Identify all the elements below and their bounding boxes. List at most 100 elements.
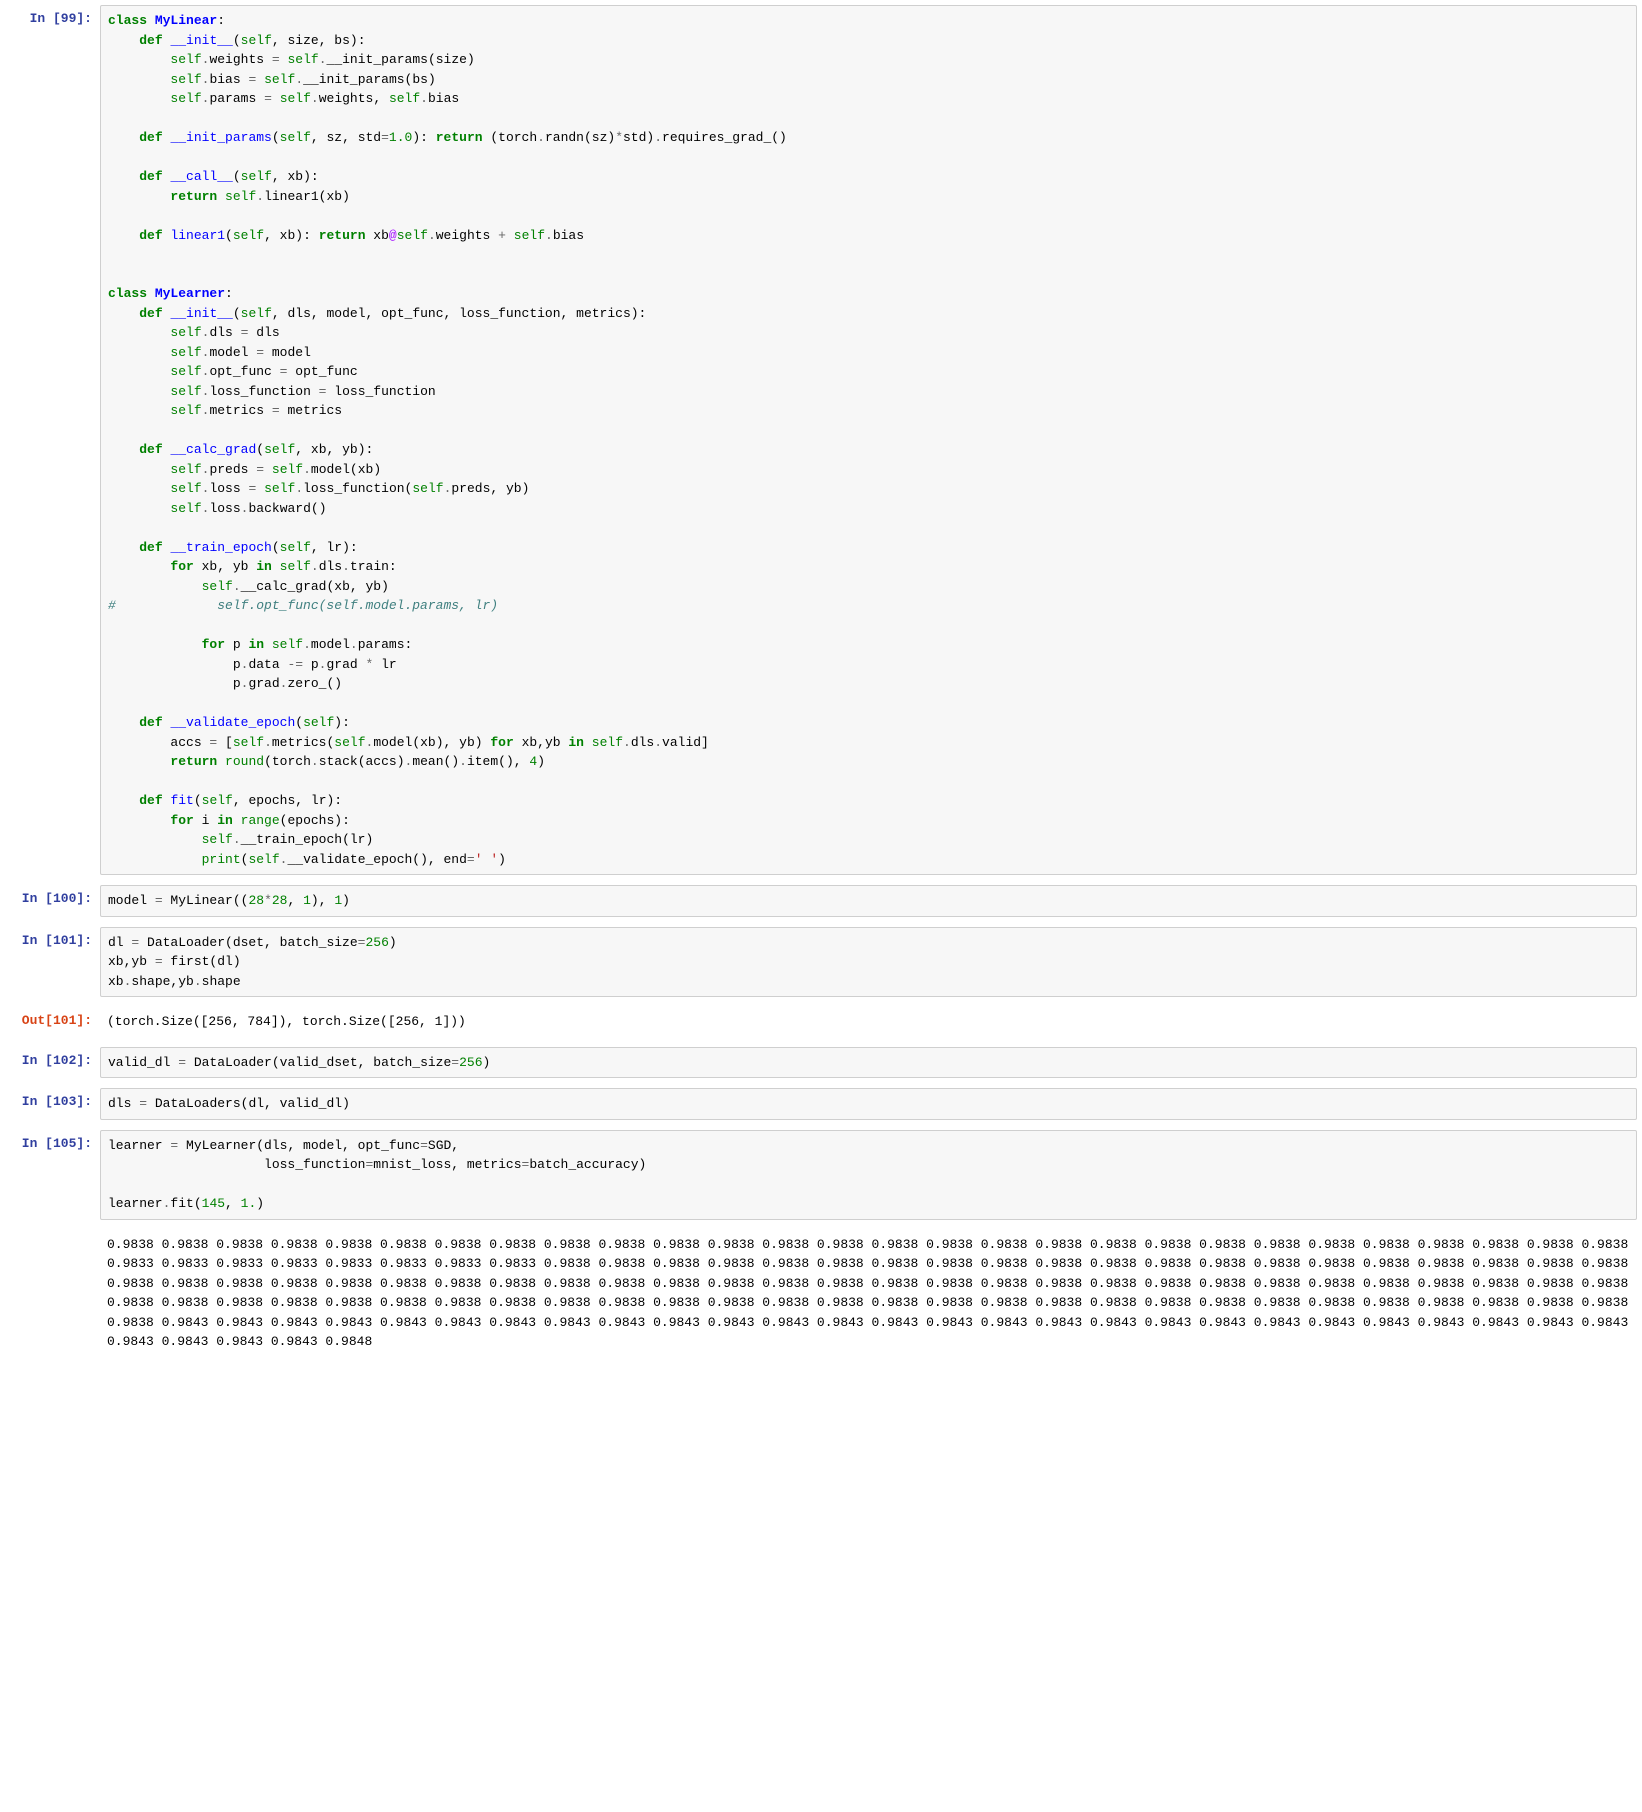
code-token: 28 <box>248 893 264 908</box>
code-token: ' ' <box>475 852 498 867</box>
code-token: def <box>139 130 162 145</box>
input-prompt[interactable]: In [101]: <box>0 927 100 998</box>
code-token: dls <box>631 735 654 750</box>
code-token: item(), <box>467 754 529 769</box>
code-token: __init__ <box>170 33 232 48</box>
code-token: for <box>170 559 193 574</box>
code-input[interactable]: dl = DataLoader(dset, batch_size=256) xb… <box>100 927 1637 998</box>
code-token: self <box>170 345 201 360</box>
code-token: , <box>287 893 303 908</box>
code-token: self <box>202 579 233 594</box>
code-token: , sz, std <box>311 130 381 145</box>
code-token: in <box>248 637 264 652</box>
code-token: . <box>303 462 311 477</box>
code-token: self <box>233 735 264 750</box>
code-input[interactable]: class MyLinear: def __init__(self, size,… <box>100 5 1637 875</box>
code-token: self <box>514 228 545 243</box>
code-token: = <box>381 130 389 145</box>
code-token: = <box>178 1055 186 1070</box>
code-token <box>264 637 272 652</box>
code-token: * <box>615 130 623 145</box>
code-token: , <box>225 1196 241 1211</box>
code-token: 28 <box>272 893 288 908</box>
code-input[interactable]: valid_dl = DataLoader(valid_dset, batch_… <box>100 1047 1637 1079</box>
code-token: metrics( <box>272 735 334 750</box>
code-token: self <box>225 189 256 204</box>
input-prompt[interactable]: In [102]: <box>0 1047 100 1079</box>
code-token: valid_dl <box>108 1055 178 1070</box>
code-token: MyLinear <box>155 13 217 28</box>
code-token: self <box>288 52 319 67</box>
code-input[interactable]: learner = MyLearner(dls, model, opt_func… <box>100 1130 1637 1220</box>
code-token: loss_function <box>209 384 318 399</box>
code-token: 256 <box>365 935 388 950</box>
code-token: stack(accs) <box>319 754 405 769</box>
code-token: MyLearner <box>155 286 225 301</box>
code-token: DataLoader(dset, batch_size <box>139 935 357 950</box>
code-token: self <box>280 130 311 145</box>
code-token: self <box>170 384 201 399</box>
code-token: self <box>202 832 233 847</box>
code-token: self <box>248 852 279 867</box>
code-token: . <box>545 228 553 243</box>
code-token <box>272 559 280 574</box>
code-token: ( <box>256 442 264 457</box>
code-token: . <box>303 637 311 652</box>
code-token: 1.0 <box>389 130 412 145</box>
code-token: self <box>264 442 295 457</box>
code-token: shape,yb <box>131 974 193 989</box>
code-token: bias <box>209 72 248 87</box>
code-token: ( <box>233 169 241 184</box>
code-token: . <box>233 579 241 594</box>
notebook-container: In [99]:class MyLinear: def __init__(sel… <box>0 0 1642 1362</box>
code-input[interactable]: model = MyLinear((28*28, 1), 1) <box>100 885 1637 917</box>
code-token: ) <box>342 893 350 908</box>
code-token: range <box>241 813 280 828</box>
code-token: dls <box>319 559 342 574</box>
code-token: self <box>303 715 334 730</box>
code-token: def <box>139 793 162 808</box>
code-token: bias <box>553 228 584 243</box>
code-token: ) <box>256 1196 264 1211</box>
code-token: class <box>108 286 147 301</box>
code-token: . <box>233 832 241 847</box>
code-token: grad <box>248 676 279 691</box>
output-prompt: Out[101]: <box>0 1007 100 1037</box>
code-token: in <box>256 559 272 574</box>
code-token: ), <box>311 893 334 908</box>
code-token: weights <box>209 52 271 67</box>
code-token: def <box>139 715 162 730</box>
input-prompt[interactable]: In [99]: <box>0 5 100 875</box>
code-input[interactable]: dls = DataLoaders(dl, valid_dl) <box>100 1088 1637 1120</box>
code-token: . <box>428 228 436 243</box>
code-token: mean() <box>412 754 459 769</box>
input-prompt[interactable]: In [103]: <box>0 1088 100 1120</box>
code-token: ( <box>194 793 202 808</box>
code-token: -= <box>287 657 303 672</box>
code-token: self <box>241 169 272 184</box>
code-token: DataLoader(valid_dset, batch_size <box>186 1055 451 1070</box>
code-token: ( <box>295 715 303 730</box>
code-token: = <box>467 852 475 867</box>
code-token: self <box>264 481 295 496</box>
code-token: dls <box>209 325 240 340</box>
code-token: self <box>170 481 201 496</box>
input-prompt[interactable]: In [105]: <box>0 1130 100 1220</box>
input-prompt[interactable]: In [100]: <box>0 885 100 917</box>
code-token: return <box>170 189 217 204</box>
code-token: def <box>139 306 162 321</box>
code-token: opt_func <box>209 364 279 379</box>
code-token: . <box>342 559 350 574</box>
code-token: . <box>350 637 358 652</box>
code-token: ( <box>225 228 233 243</box>
code-token: self <box>241 306 272 321</box>
code-token: model(xb), yb) <box>373 735 490 750</box>
code-token: self <box>170 364 201 379</box>
code-token: . <box>537 130 545 145</box>
code-token: self <box>202 793 233 808</box>
code-token <box>256 481 264 496</box>
code-token: . <box>194 974 202 989</box>
code-cell: In [105]:learner = MyLearner(dls, model,… <box>0 1125 1642 1225</box>
code-token: self <box>170 462 201 477</box>
code-token: ( <box>272 130 280 145</box>
